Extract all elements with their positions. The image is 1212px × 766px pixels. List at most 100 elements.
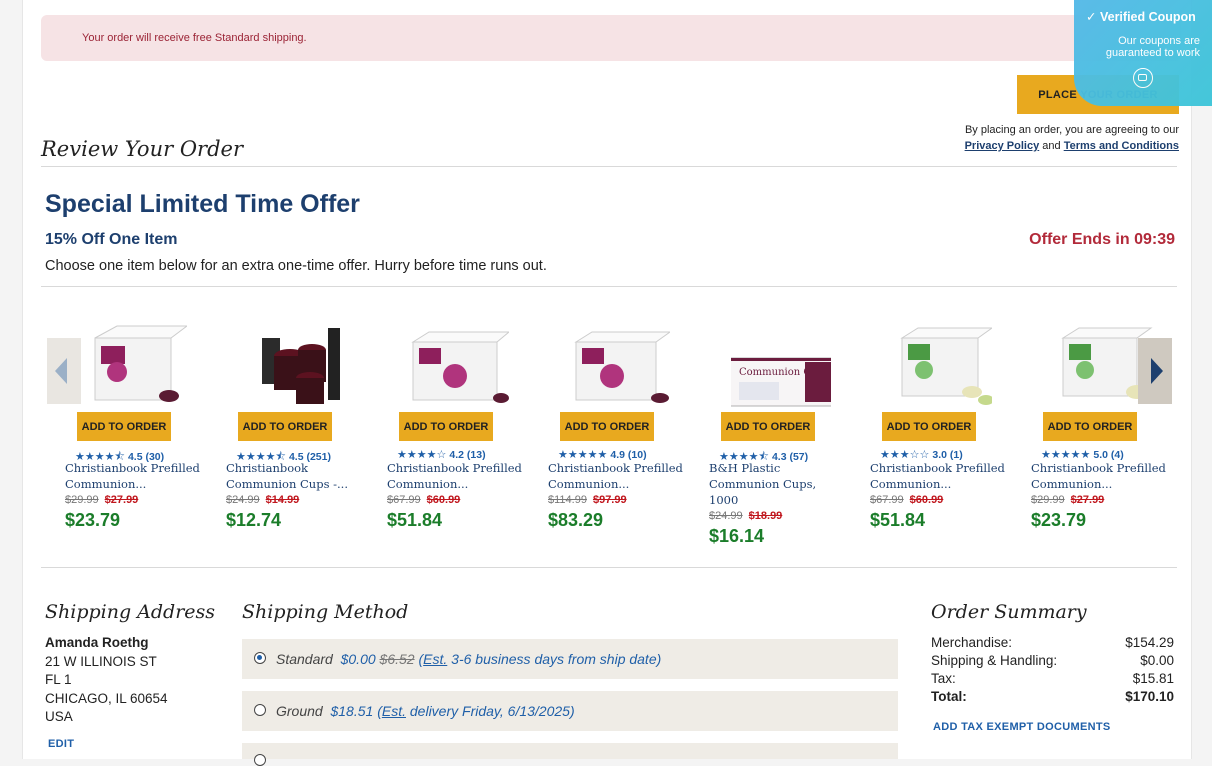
option-name: Ground xyxy=(276,703,323,719)
verified-coupon-widget[interactable]: ✓ Verified Coupon Our coupons are guaran… xyxy=(1074,0,1212,106)
summary-row: Tax: $15.81 xyxy=(931,671,1174,686)
privacy-policy-link[interactable]: Privacy Policy xyxy=(965,140,1040,152)
product-image[interactable] xyxy=(248,320,348,408)
shipping-address-heading: Shipping Address xyxy=(45,601,216,623)
shipping-option-partial[interactable] xyxy=(242,743,898,766)
check-circle-icon: ✓ xyxy=(1086,10,1097,24)
sale-price: $60.99 xyxy=(909,494,944,506)
offer-countdown: Offer Ends in 09:39 xyxy=(1029,231,1175,248)
offer-product: ADD TO ORDER ★★★★⯪ 4.5 (251) Christianbo… xyxy=(226,312,366,558)
list-price: $29.99 xyxy=(1031,494,1065,506)
add-to-order-button[interactable]: ADD TO ORDER xyxy=(238,412,332,441)
order-agreement: By placing an order, you are agreeing to… xyxy=(965,122,1179,154)
estimate-link: Est. xyxy=(381,703,406,719)
list-price: $29.99 xyxy=(65,494,99,506)
add-to-order-button[interactable]: ADD TO ORDER xyxy=(721,412,815,441)
offer-description: Choose one item below for an extra one-t… xyxy=(45,258,547,274)
add-to-order-button[interactable]: ADD TO ORDER xyxy=(560,412,654,441)
shipping-option-text: Ground $18.51 (Est. delivery Friday, 6/1… xyxy=(276,703,575,719)
carousel-next-button[interactable] xyxy=(1138,338,1172,404)
offer-subtitle: 15% Off One Item xyxy=(45,231,178,248)
coupon-subtitle: Our coupons are guaranteed to work xyxy=(1105,35,1200,59)
product-prices: $29.99 $27.99 xyxy=(65,494,138,506)
offer-product: Communion Cups ADD TO ORDER ★★★★⯪ 4.3 (5… xyxy=(709,312,849,558)
offer-product: ADD TO ORDER ★★★☆☆ 3.0 (1) Christianbook… xyxy=(870,312,1010,558)
radio-unselected-icon[interactable] xyxy=(254,704,266,716)
product-title[interactable]: Christianbook Communion Cups -... xyxy=(226,460,366,492)
product-prices: $24.99 $14.99 xyxy=(226,494,299,506)
product-title[interactable]: B&H Plastic Communion Cups, 1000 xyxy=(709,460,849,508)
agreement-text: By placing an order, you are agreeing to… xyxy=(964,124,1179,136)
add-to-order-button[interactable]: ADD TO ORDER xyxy=(1043,412,1137,441)
product-title[interactable]: Christianbook Prefilled Communion... xyxy=(548,460,688,492)
coupon-title: ✓ Verified Coupon xyxy=(1086,10,1196,24)
list-price: $24.99 xyxy=(226,494,260,506)
sale-price: $27.99 xyxy=(1070,494,1105,506)
product-prices: $24.99 $18.99 xyxy=(709,510,782,522)
review-order-title: Review Your Order xyxy=(41,137,243,161)
radio-selected-icon[interactable] xyxy=(254,652,266,664)
summary-row: Merchandise: $154.29 xyxy=(931,635,1174,650)
shipping-option-standard[interactable]: Standard $0.00 $6.52 (Est. 3-6 business … xyxy=(242,639,898,679)
product-prices: $29.99 $27.99 xyxy=(1031,494,1104,506)
list-price: $24.99 xyxy=(709,510,743,522)
chevron-right-icon xyxy=(1151,358,1163,384)
shipping-option-ground[interactable]: Ground $18.51 (Est. delivery Friday, 6/1… xyxy=(242,691,898,731)
free-shipping-banner: Your order will receive free Standard sh… xyxy=(41,15,1181,61)
product-title[interactable]: Christianbook Prefilled Communion... xyxy=(1031,460,1171,492)
list-price: $67.99 xyxy=(387,494,421,506)
address-line: USA xyxy=(45,709,73,724)
offer-price: $12.74 xyxy=(226,510,282,530)
list-price: $67.99 xyxy=(870,494,904,506)
divider xyxy=(41,286,1177,287)
add-tax-exempt-link[interactable]: ADD TAX EXEMPT DOCUMENTS xyxy=(933,721,1111,733)
sale-price: $18.99 xyxy=(748,510,783,522)
banner-text: Your order will receive free Standard sh… xyxy=(82,32,307,44)
add-to-order-button[interactable]: ADD TO ORDER xyxy=(882,412,976,441)
sale-price: $97.99 xyxy=(592,494,627,506)
list-price: $114.99 xyxy=(548,494,587,506)
product-prices: $67.99 $60.99 xyxy=(870,494,943,506)
shipping-address: Amanda Roethg 21 W ILLINOIS ST FL 1 CHIC… xyxy=(45,634,168,727)
add-to-order-button[interactable]: ADD TO ORDER xyxy=(399,412,493,441)
offer-product: ADD TO ORDER ★★★★★ 4.9 (10) Christianboo… xyxy=(548,312,688,558)
offer-price: $23.79 xyxy=(65,510,121,530)
product-image[interactable] xyxy=(570,320,670,408)
product-image[interactable] xyxy=(892,320,992,408)
product-prices: $67.99 $60.99 xyxy=(387,494,460,506)
product-image[interactable] xyxy=(87,320,187,408)
address-line: FL 1 xyxy=(45,672,72,687)
product-title[interactable]: Christianbook Prefilled Communion... xyxy=(870,460,1010,492)
summary-total-row: Total: $170.10 xyxy=(931,689,1174,704)
chat-bubble-icon[interactable] xyxy=(1133,68,1153,88)
product-title[interactable]: Christianbook Prefilled Communion... xyxy=(387,460,527,492)
sale-price: $60.99 xyxy=(426,494,461,506)
address-line: 21 W ILLINOIS ST xyxy=(45,653,157,669)
divider xyxy=(41,166,1177,167)
offer-product: ADD TO ORDER ★★★★⯪ 4.5 (30) Christianboo… xyxy=(65,312,205,558)
product-title[interactable]: Christianbook Prefilled Communion... xyxy=(65,460,205,492)
sale-price: $14.99 xyxy=(265,494,300,506)
product-prices: $114.99 $97.99 xyxy=(548,494,627,506)
recipient-name: Amanda Roethg xyxy=(45,635,149,650)
estimate-link: Est. xyxy=(423,651,448,667)
product-image[interactable] xyxy=(409,320,509,408)
add-to-order-button[interactable]: ADD TO ORDER xyxy=(77,412,171,441)
option-price: $0.00 xyxy=(340,651,376,667)
offer-price: $16.14 xyxy=(709,526,765,546)
address-line: CHICAGO, IL 60654 xyxy=(45,690,168,706)
offer-price: $83.29 xyxy=(548,510,604,530)
sale-price: $27.99 xyxy=(104,494,139,506)
order-summary: Merchandise: $154.29 Shipping & Handling:… xyxy=(931,634,1174,706)
terms-link[interactable]: Terms and Conditions xyxy=(1064,140,1179,152)
edit-address-link[interactable]: EDIT xyxy=(48,738,74,750)
offer-title: Special Limited Time Offer xyxy=(45,190,360,218)
offer-carousel: ADD TO ORDER ★★★★⯪ 4.5 (30) Christianboo… xyxy=(45,312,1175,558)
radio-unselected-icon[interactable] xyxy=(254,754,266,766)
shipping-option-text: Standard $0.00 $6.52 (Est. 3-6 business … xyxy=(276,651,662,667)
offer-price: $51.84 xyxy=(387,510,443,530)
product-image[interactable]: Communion Cups xyxy=(731,320,831,408)
and-text: and xyxy=(1042,140,1061,152)
divider xyxy=(41,567,1177,568)
summary-row: Shipping & Handling: $0.00 xyxy=(931,653,1174,668)
